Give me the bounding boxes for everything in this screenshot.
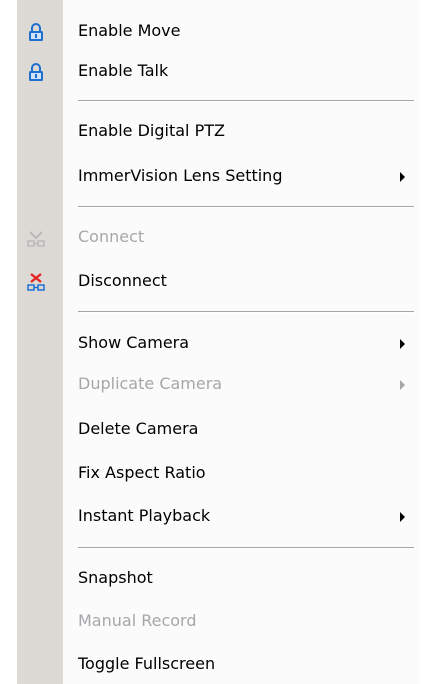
menu-item-label: Disconnect: [78, 271, 167, 290]
menu-item-manual-record: Manual Record: [17, 602, 420, 640]
menu-item-label: Fix Aspect Ratio: [78, 463, 206, 482]
menu-item-label: Manual Record: [78, 611, 197, 630]
connect-icon: [26, 228, 46, 248]
menu-item-label: Duplicate Camera: [78, 374, 223, 393]
menu-item-enable-digital-ptz[interactable]: Enable Digital PTZ: [17, 112, 420, 150]
menu-item-enable-move[interactable]: Enable Move: [17, 12, 420, 50]
submenu-arrow-icon: [400, 172, 405, 182]
menu-item-label: Enable Move: [78, 21, 181, 40]
menu-item-label: Snapshot: [78, 568, 153, 587]
menu-separator: [78, 547, 414, 549]
menu-item-instant-playback[interactable]: Instant Playback: [17, 497, 420, 535]
menu-item-duplicate-camera: Duplicate Camera: [17, 365, 420, 403]
submenu-arrow-icon: [400, 339, 405, 349]
menu-item-toggle-fullscreen[interactable]: Toggle Fullscreen: [17, 645, 420, 683]
submenu-arrow-icon: [400, 380, 405, 390]
menu-item-snapshot[interactable]: Snapshot: [17, 559, 420, 597]
lock-icon: [26, 62, 46, 82]
lock-icon: [26, 22, 46, 42]
submenu-arrow-icon: [400, 512, 405, 522]
menu-item-connect: Connect: [17, 218, 420, 256]
menu-item-disconnect[interactable]: Disconnect: [17, 262, 420, 300]
menu-item-immervision-lens-setting[interactable]: ImmerVision Lens Setting: [17, 157, 420, 195]
menu-item-label: ImmerVision Lens Setting: [78, 166, 283, 185]
menu-item-fix-aspect-ratio[interactable]: Fix Aspect Ratio: [17, 454, 420, 492]
disconnect-icon: [26, 272, 46, 292]
menu-item-label: Instant Playback: [78, 506, 211, 525]
menu-item-label: Show Camera: [78, 333, 190, 352]
menu-separator: [78, 311, 414, 313]
menu-item-label: Connect: [78, 227, 145, 246]
menu-item-label: Toggle Fullscreen: [78, 654, 216, 673]
context-menu: Enable Move Enable Talk Enable Digital P…: [17, 0, 420, 684]
menu-separator: [78, 206, 414, 208]
menu-item-label: Enable Talk: [78, 61, 169, 80]
menu-item-label: Delete Camera: [78, 419, 199, 438]
menu-separator: [78, 100, 414, 102]
menu-item-enable-talk[interactable]: Enable Talk: [17, 52, 420, 90]
menu-item-show-camera[interactable]: Show Camera: [17, 324, 420, 362]
menu-item-delete-camera[interactable]: Delete Camera: [17, 410, 420, 448]
menu-item-label: Enable Digital PTZ: [78, 121, 225, 140]
